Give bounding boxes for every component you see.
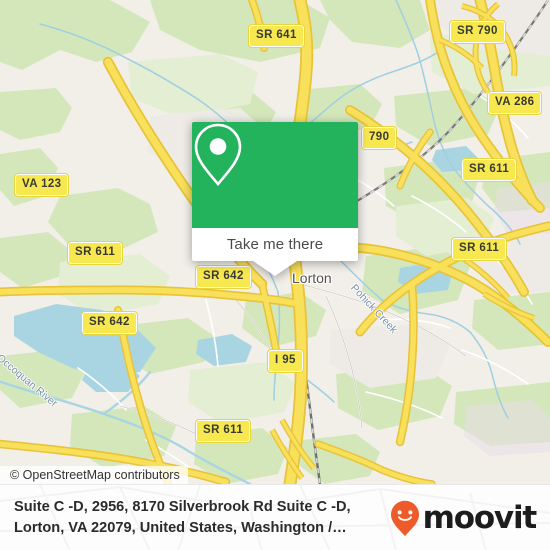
map-canvas[interactable]: SR 641 SR 790 VA 286 790 SR 611 VA 123 S… xyxy=(0,0,550,484)
take-me-there-button[interactable]: Take me there xyxy=(192,228,358,261)
road-shield: SR 641 xyxy=(248,24,305,48)
address-text: Suite C -D, 2956, 8170 Silverbrook Rd Su… xyxy=(14,499,351,536)
road-shield: SR 611 xyxy=(450,237,508,261)
road-shield: VA 286 xyxy=(486,91,543,115)
moovit-map-screenshot: SR 641 SR 790 VA 286 790 SR 611 VA 123 S… xyxy=(0,0,550,550)
place-label-lorton: Lorton xyxy=(292,270,332,286)
popup-tail xyxy=(253,261,297,276)
road-shield: 790 xyxy=(360,126,398,150)
map-attribution[interactable]: © OpenStreetMap contributors xyxy=(0,466,188,484)
popup-image-area xyxy=(192,122,358,228)
take-me-there-label: Take me there xyxy=(226,236,324,253)
road-shield: SR 611 xyxy=(460,158,518,182)
footer-bar: Suite C -D, 2956, 8170 Silverbrook Rd Su… xyxy=(0,484,550,550)
road-shield: SR 790 xyxy=(449,20,506,44)
road-shield: SR 611 xyxy=(194,419,252,443)
map-pin-icon xyxy=(194,123,242,187)
road-shield: VA 123 xyxy=(13,173,70,197)
road-shield: SR 642 xyxy=(81,311,138,335)
attribution-text: © OpenStreetMap contributors xyxy=(10,468,180,482)
road-shield: I 95 xyxy=(267,349,304,373)
road-shield: SR 642 xyxy=(195,265,252,289)
moovit-logo: moovit xyxy=(390,499,538,537)
road-shield: SR 611 xyxy=(66,241,124,265)
moovit-wordmark: moovit xyxy=(422,499,538,536)
destination-popup[interactable]: Take me there xyxy=(192,122,358,276)
moovit-pin-icon xyxy=(390,500,419,536)
